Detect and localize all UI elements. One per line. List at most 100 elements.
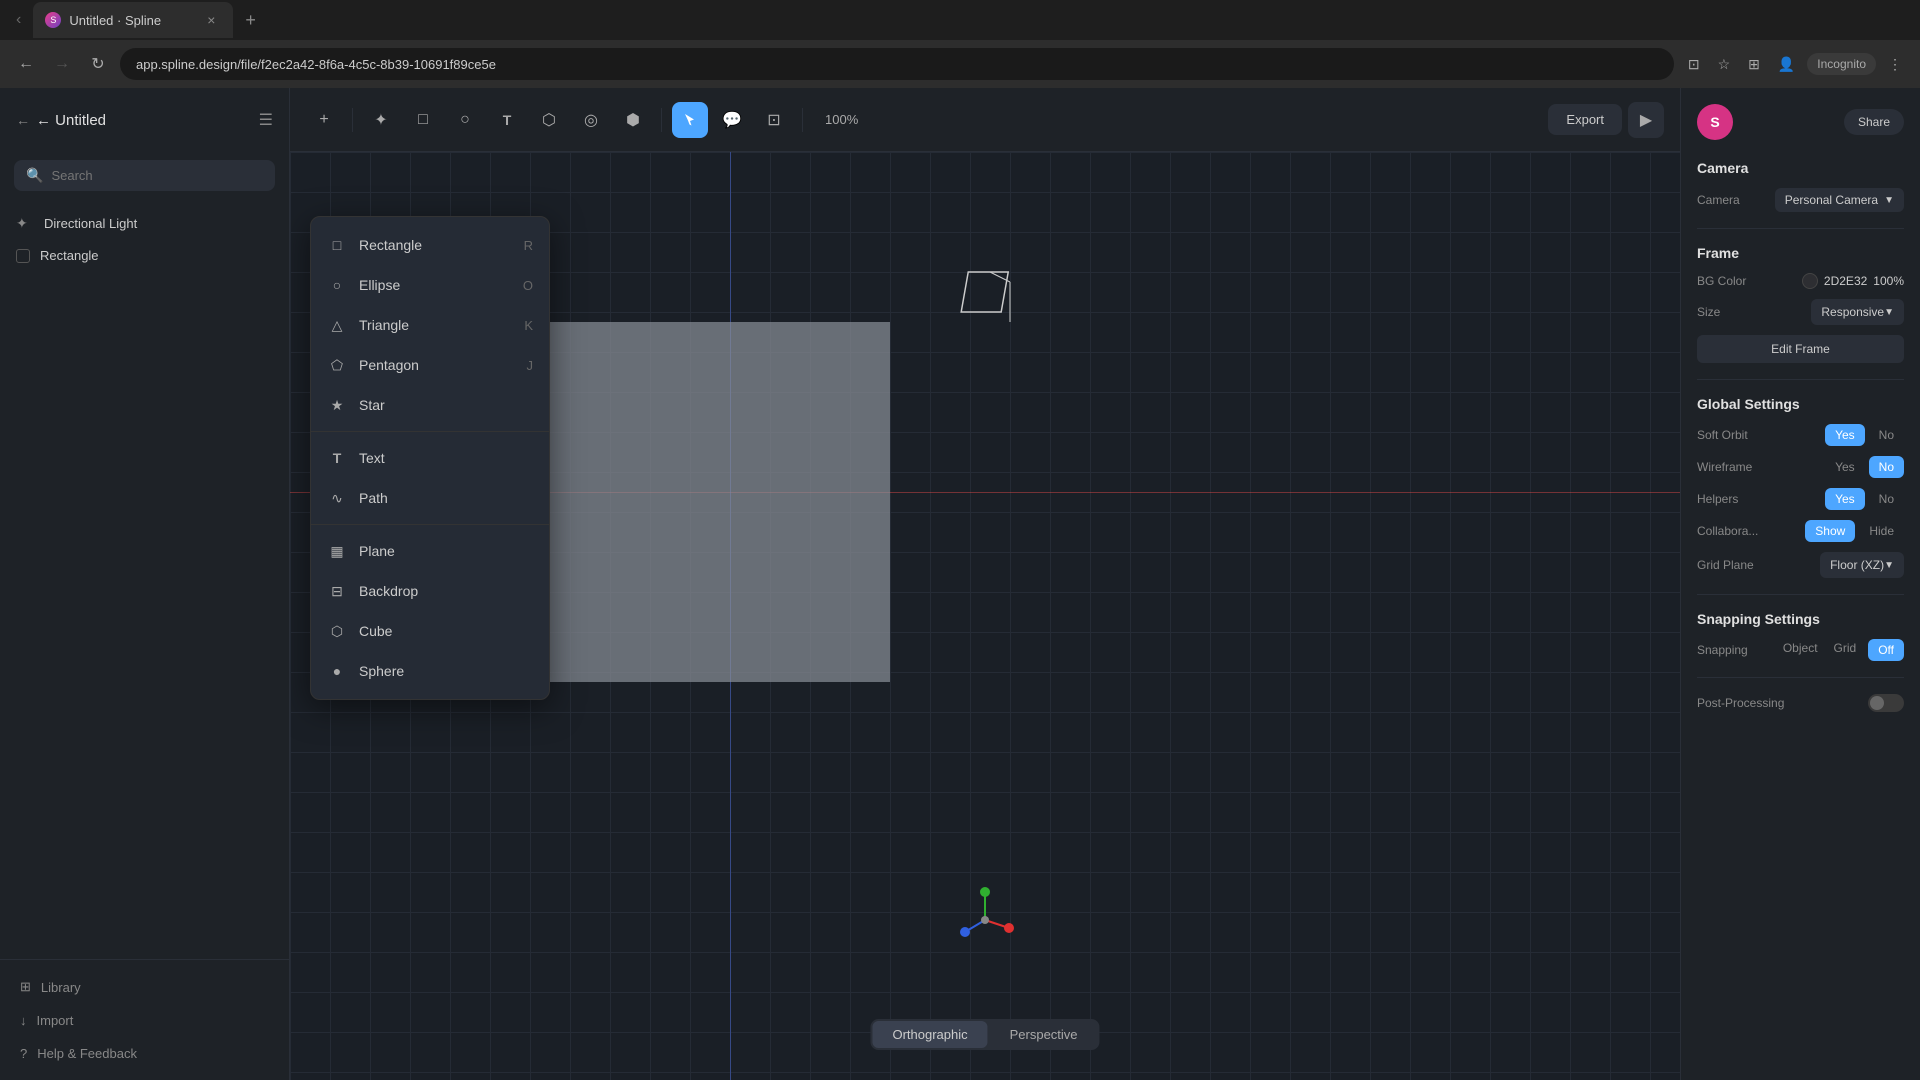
- helpers-yes-btn[interactable]: Yes: [1825, 488, 1865, 510]
- menu-item-label: Text: [359, 450, 385, 466]
- tab-nav-arrows: ‹: [12, 11, 25, 29]
- back-btn[interactable]: ←: [12, 50, 40, 78]
- camera-row: Camera Personal Camera ▼: [1697, 188, 1904, 212]
- menu-sep-1: [311, 431, 549, 432]
- snapping-object-btn[interactable]: Object: [1779, 639, 1822, 661]
- path-tool-btn[interactable]: ◎: [573, 102, 609, 138]
- forward-btn[interactable]: →: [48, 50, 76, 78]
- help-icon: ?: [20, 1046, 27, 1061]
- soft-orbit-yes-btn[interactable]: Yes: [1825, 424, 1865, 446]
- edit-frame-button[interactable]: Edit Frame: [1697, 335, 1904, 363]
- panel-sep-1: [1697, 228, 1904, 229]
- soft-orbit-toggle: Yes No: [1825, 424, 1904, 446]
- post-processing-toggle[interactable]: [1868, 694, 1904, 712]
- url-bar[interactable]: [120, 48, 1674, 80]
- tab-favicon: S: [45, 12, 61, 28]
- collabora-hide-btn[interactable]: Hide: [1859, 520, 1904, 542]
- bg-color-swatch[interactable]: [1802, 273, 1818, 289]
- frame-tool-btn[interactable]: ⊡: [756, 102, 792, 138]
- snapping-row: Snapping Object Grid Off: [1697, 639, 1904, 661]
- extensions-icon[interactable]: ⊞: [1742, 52, 1766, 77]
- orthographic-btn[interactable]: Orthographic: [872, 1021, 987, 1048]
- search-input[interactable]: [51, 168, 263, 183]
- menu-item-text[interactable]: T Text: [311, 438, 549, 478]
- menu-item-sphere[interactable]: ● Sphere: [311, 651, 549, 691]
- more-options-icon[interactable]: ⋮: [1882, 52, 1908, 77]
- size-row: Size Responsive ▼: [1697, 299, 1904, 325]
- sidebar-library-btn[interactable]: ⊞ Library: [16, 972, 273, 1002]
- rectangle-tool-btn[interactable]: □: [405, 102, 441, 138]
- sidebar-item-rectangle[interactable]: Rectangle: [0, 240, 289, 271]
- menu-item-triangle[interactable]: △ Triangle K: [311, 305, 549, 345]
- menu-item-label: Star: [359, 397, 385, 413]
- ellipse-icon: ○: [460, 111, 470, 129]
- profile-icon[interactable]: 👤: [1772, 52, 1801, 77]
- wireframe-yes-btn[interactable]: Yes: [1825, 456, 1865, 478]
- tab-close-btn[interactable]: ×: [201, 10, 221, 30]
- rectangle-menu-icon: □: [327, 235, 347, 255]
- menu-item-ellipse[interactable]: ○ Ellipse O: [311, 265, 549, 305]
- sidebar-help-btn[interactable]: ? Help & Feedback: [16, 1039, 273, 1068]
- menu-item-backdrop[interactable]: ⊟ Backdrop: [311, 571, 549, 611]
- post-processing-label: Post-Processing: [1697, 696, 1784, 710]
- reload-btn[interactable]: ↻: [84, 50, 112, 78]
- menu-item-plane[interactable]: ▦ Plane: [311, 531, 549, 571]
- menu-item-cube[interactable]: ⬡ Cube: [311, 611, 549, 651]
- sidebar-back-btn[interactable]: ← ← Untitled: [16, 112, 106, 129]
- collabora-show-btn[interactable]: Show: [1805, 520, 1855, 542]
- sidebar-items-list: ✦ Directional Light Rectangle: [0, 199, 289, 959]
- menu-item-pentagon[interactable]: ⬠ Pentagon J: [311, 345, 549, 385]
- menu-item-label: Plane: [359, 543, 395, 559]
- share-button[interactable]: Share: [1844, 109, 1904, 135]
- browser-tabs: ‹ S Untitled · Spline × +: [0, 0, 1920, 40]
- soft-orbit-no-btn[interactable]: No: [1869, 424, 1904, 446]
- rectangle-checkbox[interactable]: [16, 249, 30, 263]
- play-button[interactable]: ▶: [1628, 102, 1664, 138]
- snapping-grid-btn[interactable]: Grid: [1830, 639, 1861, 661]
- export-button[interactable]: Export: [1548, 104, 1622, 135]
- library-label: Library: [41, 980, 81, 995]
- panel-sep-4: [1697, 677, 1904, 678]
- helpers-row: Helpers Yes No: [1697, 488, 1904, 510]
- text-tool-btn[interactable]: T: [489, 102, 525, 138]
- shape-tool-btn[interactable]: ⬢: [615, 102, 651, 138]
- view-controls: Orthographic Perspective: [870, 1019, 1099, 1050]
- sidebar-item-directional-light[interactable]: ✦ Directional Light: [0, 207, 289, 240]
- sidebar-item-label: Rectangle: [40, 248, 99, 263]
- ellipse-menu-icon: ○: [327, 275, 347, 295]
- bookmark-icon[interactable]: ☆: [1712, 52, 1737, 77]
- path-icon: ◎: [584, 110, 598, 130]
- incognito-badge[interactable]: Incognito: [1807, 53, 1876, 75]
- comment-tool-btn[interactable]: 💬: [714, 102, 750, 138]
- snapping-label: Snapping: [1697, 643, 1748, 657]
- menu-item-path[interactable]: ∿ Path: [311, 478, 549, 518]
- sidebar-header: ← ← Untitled ☰: [0, 88, 289, 152]
- select-tool-btn[interactable]: ✦: [363, 102, 399, 138]
- new-tab-btn[interactable]: +: [237, 6, 264, 35]
- browser-tab[interactable]: S Untitled · Spline ×: [33, 2, 233, 38]
- ellipse-tool-btn[interactable]: ○: [447, 102, 483, 138]
- wireframe-no-btn[interactable]: No: [1869, 456, 1904, 478]
- add-tool-btn[interactable]: +: [306, 102, 342, 138]
- cube-tool-btn[interactable]: ⬡: [531, 102, 567, 138]
- perspective-btn[interactable]: Perspective: [990, 1021, 1098, 1048]
- search-bar: 🔍: [14, 160, 275, 191]
- helpers-no-btn[interactable]: No: [1869, 488, 1904, 510]
- size-dropdown[interactable]: Responsive ▼: [1811, 299, 1904, 325]
- menu-item-rectangle[interactable]: □ Rectangle R: [311, 225, 549, 265]
- pointer-tool-btn[interactable]: [672, 102, 708, 138]
- bg-color-label: BG Color: [1697, 274, 1746, 288]
- shape-icon: ⬢: [626, 110, 640, 130]
- sidebar-menu-btn[interactable]: ☰: [259, 110, 273, 130]
- camera-select[interactable]: Personal Camera ▼: [1775, 188, 1904, 212]
- grid-plane-dropdown[interactable]: Floor (XZ) ▼: [1820, 552, 1904, 578]
- canvas-rectangle[interactable]: [530, 322, 890, 682]
- transform-handle[interactable]: [950, 262, 1030, 347]
- cast-icon[interactable]: ⊡: [1682, 52, 1706, 77]
- user-avatar[interactable]: S: [1697, 104, 1733, 140]
- snapping-off-btn[interactable]: Off: [1868, 639, 1904, 661]
- canvas-area[interactable]: Orthographic Perspective □ Rectangle R ○…: [290, 152, 1680, 1080]
- menu-item-star[interactable]: ★ Star: [311, 385, 549, 425]
- tab-prev-arrow[interactable]: ‹: [16, 11, 21, 29]
- sidebar-import-btn[interactable]: ↓ Import: [16, 1006, 273, 1035]
